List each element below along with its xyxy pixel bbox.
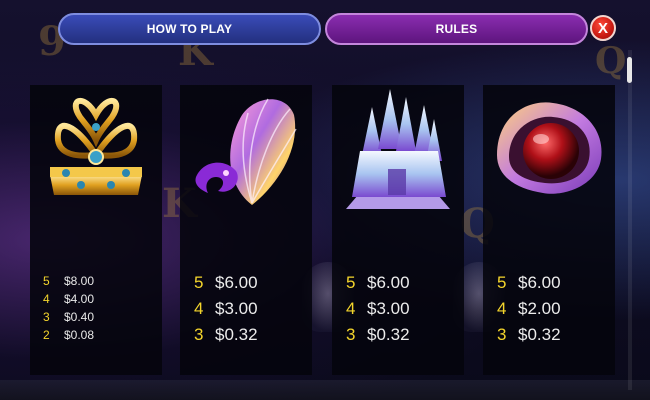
payout-amount: $0.32 [518, 325, 561, 344]
payout-amount: $3.00 [215, 299, 258, 318]
ice-castle-icon [346, 89, 450, 209]
payout-list-pearl-clam: 5 $6.00 4 $2.00 3 $0.32 [497, 273, 615, 351]
symbol-count: 5 [194, 273, 204, 292]
bg-ten-glyph: Q [595, 40, 627, 82]
payout-list-seashell: 5 $6.00 4 $3.00 3 $0.32 [194, 273, 312, 351]
payout-row: 4 $4.00 [43, 292, 162, 310]
payout-amount: $8.00 [64, 274, 95, 288]
symbol-count: 3 [346, 325, 356, 344]
symbol-count: 4 [346, 299, 356, 318]
symbol-count: 4 [43, 292, 50, 306]
payout-amount: $6.00 [215, 273, 258, 292]
payout-list-crown: 5 $8.00 4 $4.00 3 $0.40 2 $0.08 [43, 274, 162, 346]
payout-row: 3 $0.40 [43, 310, 162, 328]
payout-amount: $0.32 [215, 325, 258, 344]
paytable-panel-crown: 5 $8.00 4 $4.00 3 $0.40 2 $0.08 [30, 85, 162, 375]
close-button[interactable]: X [590, 15, 616, 41]
payout-amount: $3.00 [367, 299, 410, 318]
payout-amount: $6.00 [518, 273, 561, 292]
payout-row: 3 $0.32 [194, 325, 312, 351]
symbol-count: 3 [194, 325, 204, 344]
payout-row: 5 $8.00 [43, 274, 162, 292]
seashell-icon [195, 98, 297, 205]
symbol-count: 5 [497, 273, 507, 292]
symbol-count: 2 [43, 328, 50, 342]
payout-amount: $4.00 [64, 292, 95, 306]
tab-how-to-play[interactable]: HOW TO PLAY [58, 13, 321, 45]
scrollbar-track[interactable] [628, 50, 632, 390]
payout-row: 4 $3.00 [194, 299, 312, 325]
paytable-panel-ice-castle: 5 $6.00 4 $3.00 3 $0.32 [332, 85, 464, 375]
paytable-panel-pearl-clam: 5 $6.00 4 $2.00 3 $0.32 [483, 85, 615, 375]
payout-list-ice-castle: 5 $6.00 4 $3.00 3 $0.32 [346, 273, 464, 351]
payout-row: 5 $6.00 [346, 273, 464, 299]
symbol-count: 4 [497, 299, 507, 318]
payout-row: 2 $0.08 [43, 328, 162, 346]
payout-row: 5 $6.00 [194, 273, 312, 299]
crown-icon [50, 98, 142, 195]
pearl-clam-icon [497, 102, 602, 194]
paytable-panel-seashell: 5 $6.00 4 $3.00 3 $0.32 [180, 85, 312, 375]
payout-amount: $0.40 [64, 310, 95, 324]
symbol-count: 5 [346, 273, 356, 292]
payout-row: 3 $0.32 [346, 325, 464, 351]
payout-amount: $0.32 [367, 325, 410, 344]
scrollbar-thumb[interactable] [627, 57, 632, 83]
symbol-count: 4 [194, 299, 204, 318]
symbol-count: 3 [43, 310, 50, 324]
tab-rules-label: RULES [435, 22, 478, 36]
payout-row: 3 $0.32 [497, 325, 615, 351]
payout-amount: $0.08 [64, 328, 95, 342]
close-icon: X [597, 19, 608, 37]
symbol-count: 5 [43, 274, 50, 288]
payout-amount: $2.00 [518, 299, 561, 318]
bg-reel-strip [0, 380, 650, 400]
tab-how-to-play-label: HOW TO PLAY [146, 22, 233, 36]
payout-row: 4 $2.00 [497, 299, 615, 325]
tab-rules[interactable]: RULES [325, 13, 588, 45]
payout-row: 4 $3.00 [346, 299, 464, 325]
payout-row: 5 $6.00 [497, 273, 615, 299]
payout-amount: $6.00 [367, 273, 410, 292]
symbol-count: 3 [497, 325, 507, 344]
